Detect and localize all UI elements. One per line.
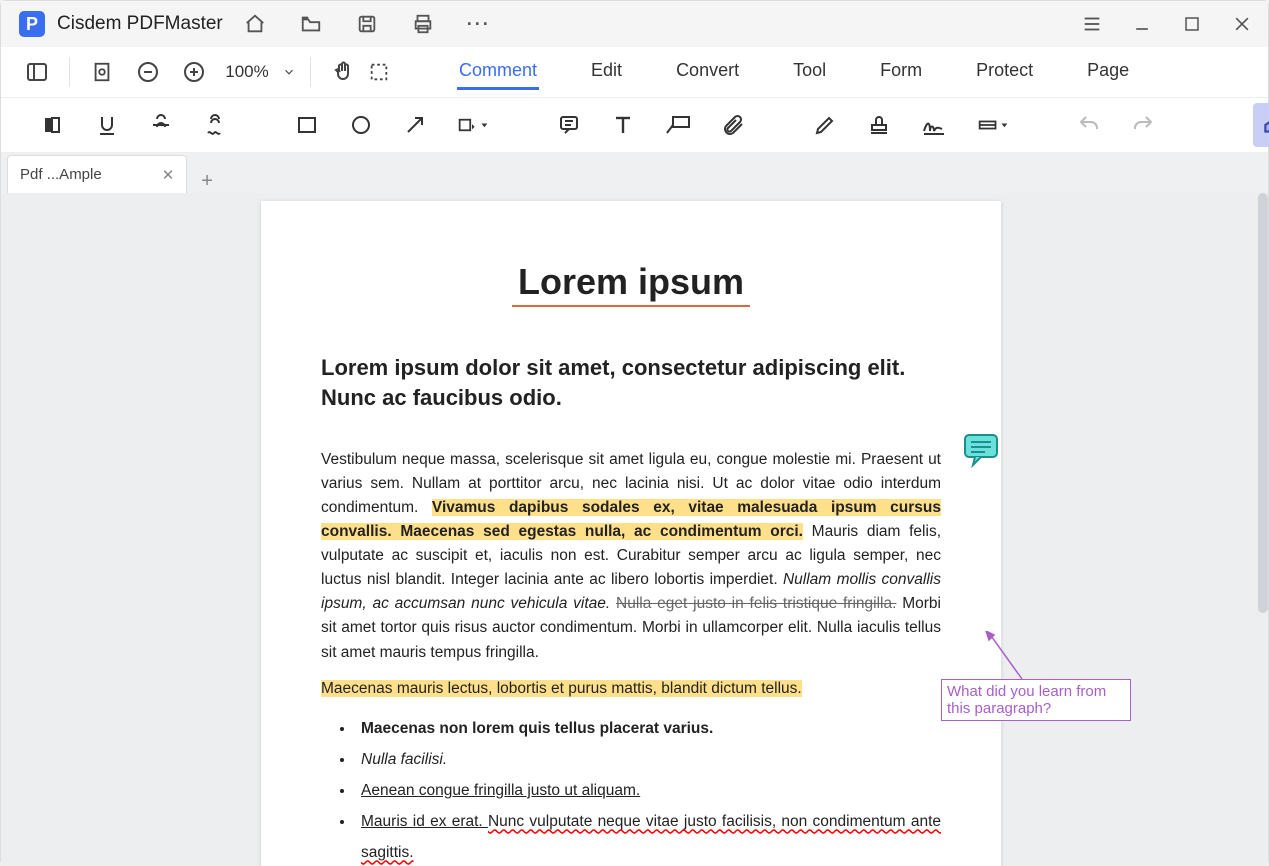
doc-body: Vestibulum neque massa, scelerisque sit … <box>321 448 941 866</box>
titlebar: P Cisdem PDFMaster ··· <box>1 1 1268 47</box>
zoom-value[interactable]: 100% <box>222 62 272 82</box>
list-item: Maecenas non lorem quis tellus placerat … <box>355 713 941 744</box>
circle-shape-icon[interactable] <box>349 109 373 141</box>
add-tab-icon[interactable]: + <box>201 170 213 193</box>
separator <box>310 57 311 87</box>
attachment-icon[interactable] <box>721 109 745 141</box>
save-icon[interactable] <box>355 12 379 36</box>
select-area-icon[interactable] <box>361 54 397 90</box>
more-icon[interactable]: ··· <box>467 12 491 36</box>
zoom-dropdown-icon[interactable] <box>282 65 296 79</box>
zoom-in-icon[interactable] <box>176 54 212 90</box>
work-area[interactable]: Lorem ipsum Lorem ipsum dolor sit amet, … <box>1 193 1268 866</box>
sticky-note-icon[interactable] <box>557 109 581 141</box>
pdf-page[interactable]: Lorem ipsum Lorem ipsum dolor sit amet, … <box>261 201 1001 866</box>
close-icon[interactable] <box>1230 12 1254 36</box>
home-icon[interactable] <box>243 12 267 36</box>
tab-protect[interactable]: Protect <box>974 54 1035 90</box>
print-icon[interactable] <box>411 12 435 36</box>
callout-icon[interactable] <box>665 109 691 141</box>
squiggly-icon[interactable] <box>203 109 227 141</box>
redo-icon[interactable] <box>1131 109 1155 141</box>
app-title: Cisdem PDFMaster <box>57 13 223 35</box>
mode-tabs: Comment Edit Convert Tool Form Protect P… <box>457 54 1131 90</box>
doc-title: Lorem ipsum <box>518 261 744 303</box>
close-tab-icon[interactable]: ✕ <box>162 166 175 184</box>
doc-subtitle: Lorem ipsum dolor sit amet, consectetur … <box>321 353 941 412</box>
document-tabs: Pdf ...Ample ✕ + <box>1 153 1268 193</box>
document-tab-label: Pdf ...Ample <box>20 166 102 183</box>
list-item: Aenean congue fringilla justo ut aliquam… <box>355 775 941 806</box>
strikethrough-icon[interactable] <box>149 109 173 141</box>
highlight-icon[interactable] <box>41 109 65 141</box>
sticky-note-annotation[interactable] <box>963 433 1001 469</box>
signature-icon[interactable] <box>921 109 947 141</box>
main-toolbar: 100% Comment Edit Convert Tool Form Prot… <box>1 47 1268 97</box>
rectangle-shape-icon[interactable] <box>295 109 319 141</box>
comment-toolbar <box>1 97 1268 153</box>
scrollbar-thumb[interactable] <box>1258 193 1268 613</box>
list-item: Mauris id ex erat. Nunc vulputate neque … <box>355 806 941 866</box>
highlighted-text: Maecenas mauris lectus, lobortis et puru… <box>321 680 802 697</box>
underline-icon[interactable] <box>95 109 119 141</box>
tab-page[interactable]: Page <box>1085 54 1131 90</box>
zoom-out-icon[interactable] <box>130 54 166 90</box>
minimize-icon[interactable] <box>1130 12 1154 36</box>
tab-edit[interactable]: Edit <box>589 54 624 90</box>
list-item: Nulla facilisi. <box>355 744 941 775</box>
callout-arrow-icon <box>984 631 1044 681</box>
app-logo: P <box>19 11 45 37</box>
text-tool-icon[interactable] <box>611 109 635 141</box>
tab-comment[interactable]: Comment <box>457 54 539 90</box>
doc-bullet-list: Maecenas non lorem quis tellus placerat … <box>355 713 941 866</box>
stamp-icon[interactable] <box>867 109 891 141</box>
tab-tool[interactable]: Tool <box>791 54 828 90</box>
link-tool-icon[interactable] <box>977 109 1009 141</box>
document-tab[interactable]: Pdf ...Ample ✕ <box>7 155 187 193</box>
hamburger-menu-icon[interactable] <box>1080 12 1104 36</box>
undo-icon[interactable] <box>1077 109 1101 141</box>
arrow-shape-icon[interactable] <box>403 109 427 141</box>
sidebar-toggle-icon[interactable] <box>19 54 55 90</box>
eraser-icon[interactable] <box>1253 103 1269 147</box>
callout-annotation[interactable]: What did you learn from this paragraph? <box>941 679 1131 721</box>
more-shapes-icon[interactable] <box>457 109 489 141</box>
maximize-icon[interactable] <box>1180 12 1204 36</box>
separator <box>69 57 70 87</box>
tab-convert[interactable]: Convert <box>674 54 741 90</box>
zoom-controls: 100% <box>84 54 296 90</box>
tab-form[interactable]: Form <box>878 54 924 90</box>
open-folder-icon[interactable] <box>299 12 323 36</box>
pencil-icon[interactable] <box>813 109 837 141</box>
page-settings-icon[interactable] <box>84 54 120 90</box>
hand-tool-icon[interactable] <box>325 54 361 90</box>
strikethrough-text: Nulla eget justo in felis tristique frin… <box>616 595 896 612</box>
